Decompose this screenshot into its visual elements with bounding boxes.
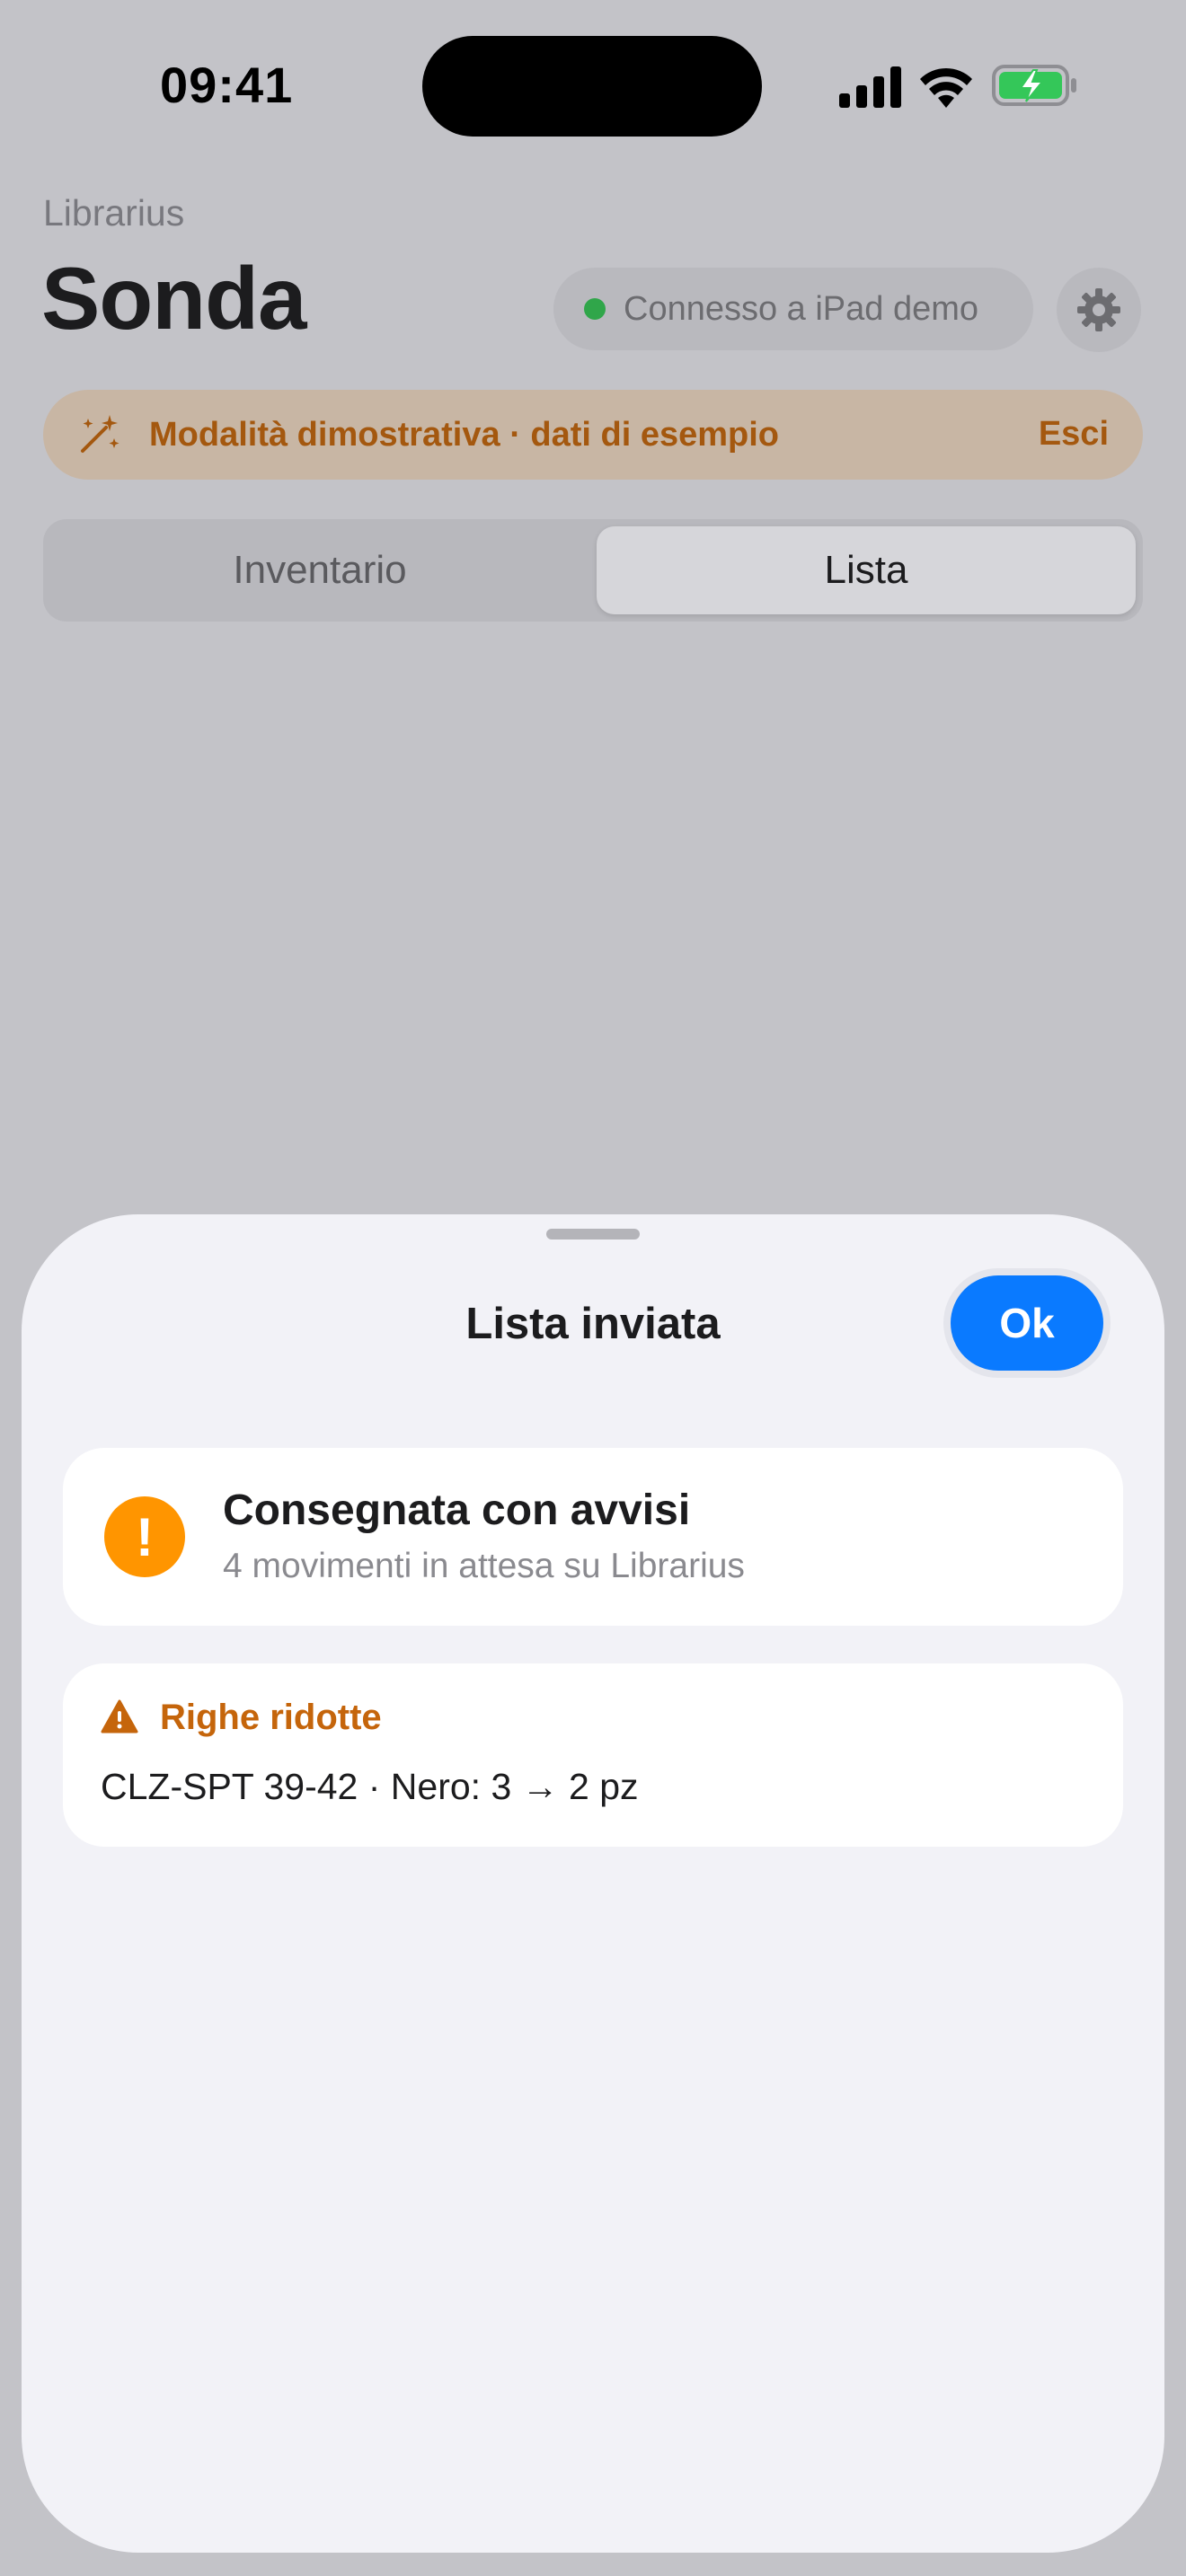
tab-lista[interactable]: Lista (597, 526, 1136, 614)
sheet-grabber[interactable] (546, 1229, 640, 1239)
app-name: Librarius (43, 192, 185, 234)
dynamic-island (422, 36, 762, 137)
wifi-icon (920, 67, 972, 108)
gear-icon (1077, 288, 1120, 331)
cellular-signal-icon (839, 66, 901, 108)
delivery-status-card (63, 1448, 1123, 1626)
reduced-row-item: CLZ-SPT 39-42 · Nero: 3 → 2 pz (101, 1766, 639, 1807)
page-title: Sonda (41, 249, 306, 348)
exit-demo-button[interactable]: Esci (1039, 415, 1109, 454)
view-segmented-control: Inventario Lista (43, 519, 1143, 622)
reduced-rows-title: Righe ridotte (160, 1698, 382, 1737)
connection-status-dot (584, 298, 606, 320)
ok-button[interactable]: Ok (951, 1275, 1103, 1371)
delivery-status-title: Consegnata con avvisi (223, 1486, 691, 1534)
reduced-rows-card (63, 1663, 1123, 1847)
result-sheet (22, 1214, 1164, 2553)
connection-status-pill[interactable]: Connesso a iPad demo (553, 268, 1033, 350)
magic-wand-icon (81, 415, 119, 453)
warning-triangle-icon (101, 1699, 138, 1734)
battery-charging-icon (992, 65, 1076, 106)
demo-mode-text: Modalità dimostrativa · dati di esempio (149, 415, 780, 454)
settings-button[interactable] (1057, 268, 1141, 352)
status-time: 09:41 (160, 57, 294, 113)
demo-mode-banner: Modalità dimostrativa · dati di esempio … (43, 390, 1143, 480)
tab-inventario[interactable]: Inventario (50, 526, 589, 614)
exclamation-circle-icon: ! (104, 1496, 185, 1577)
connection-label: Connesso a iPad demo (624, 289, 979, 328)
delivery-status-subtitle: 4 movimenti in attesa su Librarius (223, 1547, 745, 1585)
